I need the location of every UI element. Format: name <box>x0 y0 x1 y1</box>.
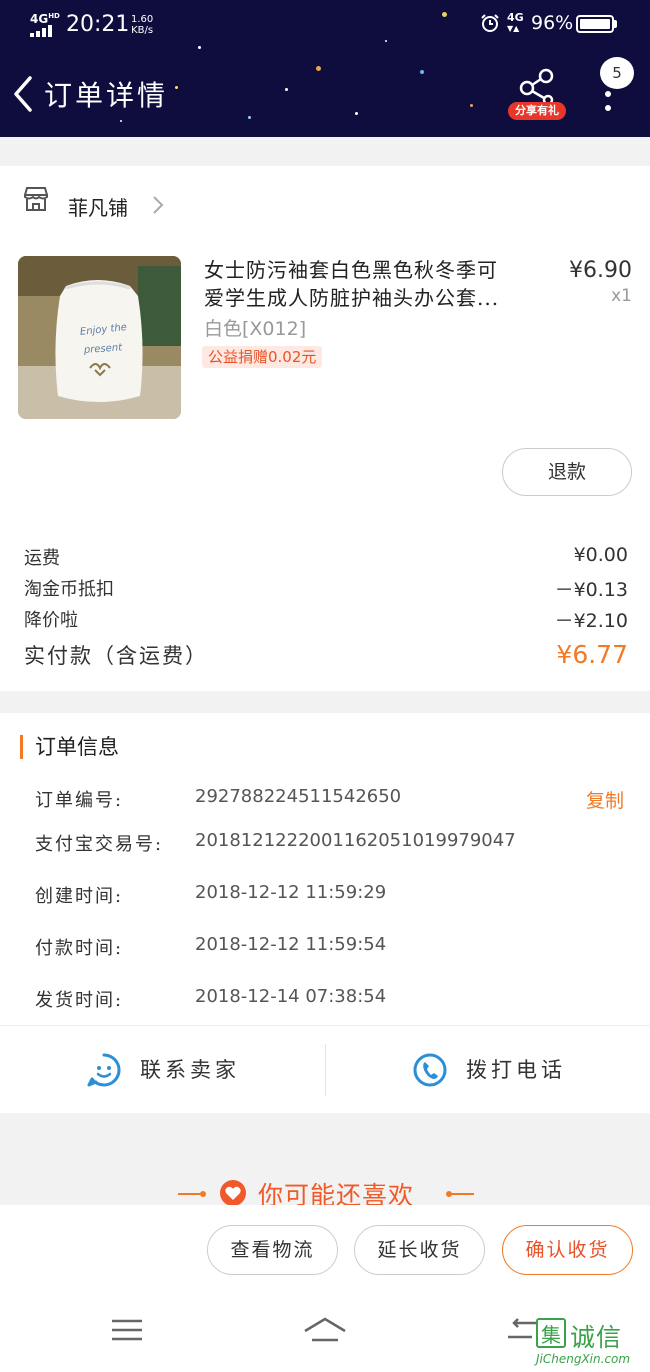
price-drop-value: －¥2.10 <box>554 610 628 632</box>
battery-percent: 96% <box>531 12 574 34</box>
share-reward-tag: 分享有礼 <box>508 102 566 120</box>
net-speed: 1.60 KB/s <box>131 14 153 36</box>
product-price: ¥6.90 <box>569 258 632 283</box>
home-icon[interactable] <box>302 1315 348 1345</box>
shipping-fee-value: ¥0.00 <box>573 544 628 566</box>
site-watermark: 集 诚信 JiChengXin.com <box>532 1318 650 1372</box>
share-button[interactable]: 分享有礼 <box>508 68 566 124</box>
alarm-icon <box>481 14 499 32</box>
alipay-trade-row: 支付宝交易号: 2018121222001162051019979047 <box>35 830 630 858</box>
created-time-value: 2018-12-12 11:59:29 <box>195 882 387 903</box>
star-decoration <box>316 66 321 71</box>
net-speed-unit: KB/s <box>131 25 154 36</box>
notification-badge[interactable]: 5 <box>600 57 634 89</box>
network-right-label: 4G <box>507 11 524 24</box>
product-image-art: Enjoy the present <box>18 256 181 419</box>
coin-deduction-value: －¥0.13 <box>554 579 628 601</box>
chat-bubble-icon <box>87 1053 121 1087</box>
phone-icon <box>413 1053 447 1087</box>
order-info-title: 订单信息 <box>20 735 119 759</box>
paid-time-label: 付款时间: <box>35 938 124 959</box>
product-title-line2: 爱学生成人防脏护袖头办公套... <box>204 286 500 310</box>
network-label: 4G <box>30 12 49 26</box>
call-phone-label: 拨打电话 <box>466 1058 566 1082</box>
extend-receipt-button[interactable]: 延长收货 <box>354 1225 485 1275</box>
shipping-fee-row: 运费 ¥0.00 <box>24 544 628 574</box>
paid-time-row: 付款时间: 2018-12-12 11:59:54 <box>35 934 630 962</box>
contact-seller-label: 联系卖家 <box>140 1058 240 1082</box>
watermark-text: 诚信 <box>570 1323 623 1352</box>
header: 4GHD 20:21 1.60 KB/s 4G ▼▲ 96% 订单详情 分享有礼… <box>0 0 650 137</box>
product-variant: 白色[X012] <box>204 318 307 340</box>
order-product-card: 菲凡铺 Enjoy the present 女士防污袖套白色黑色秋冬季可 爱学生… <box>0 166 650 691</box>
confirm-receipt-button[interactable]: 确认收货 <box>502 1225 633 1275</box>
shipped-time-value: 2018-12-14 07:38:54 <box>195 986 387 1007</box>
shipped-time-row: 发货时间: 2018-12-14 07:38:54 <box>35 986 630 1014</box>
network-type-right: 4G ▼▲ <box>507 11 524 33</box>
shop-name: 菲凡铺 <box>68 196 128 220</box>
order-number-row: 订单编号: 292788224511542650 复制 <box>35 786 630 814</box>
order-number-label: 订单编号: <box>35 790 124 811</box>
star-decoration <box>355 112 358 115</box>
total-paid-row: 实付款（含运费） ¥6.77 <box>24 640 628 674</box>
star-decoration <box>420 70 424 74</box>
status-bar: 4GHD 20:21 1.60 KB/s 4G ▼▲ 96% <box>0 0 650 50</box>
page-title: 订单详情 <box>44 79 169 112</box>
product-title-line1: 女士防污袖套白色黑色秋冬季可 <box>204 258 498 282</box>
created-time-label: 创建时间: <box>35 886 124 907</box>
view-logistics-button[interactable]: 查看物流 <box>207 1225 338 1275</box>
share-icon <box>519 68 554 104</box>
coin-deduction-row: 淘金币抵扣 －¥0.13 <box>24 575 628 605</box>
price-drop-label: 降价啦 <box>24 610 78 631</box>
product-image[interactable]: Enjoy the present <box>18 256 181 419</box>
watermark-url: JiChengXin.com <box>536 1352 631 1366</box>
coin-deduction-label: 淘金币抵扣 <box>24 579 114 600</box>
watermark-logo-box: 集 <box>536 1318 566 1348</box>
copy-button[interactable]: 复制 <box>586 786 624 813</box>
order-number-value: 292788224511542650 <box>195 786 402 807</box>
chevron-right-icon <box>153 196 164 214</box>
total-paid-label: 实付款（含运费） <box>24 644 208 668</box>
star-decoration <box>175 86 178 89</box>
heart-icon <box>220 1180 246 1206</box>
product-quantity: x1 <box>611 286 632 306</box>
star-decoration <box>470 104 473 107</box>
shipped-time-label: 发货时间: <box>35 990 124 1011</box>
shop-row[interactable]: 菲凡铺 <box>0 166 650 242</box>
star-decoration <box>285 88 288 91</box>
store-icon <box>24 187 48 211</box>
recommend-dot-left <box>200 1191 206 1197</box>
network-type: 4GHD <box>30 12 60 26</box>
clock: 20:21 <box>66 12 130 37</box>
refund-button[interactable]: 退款 <box>502 448 632 496</box>
more-icon[interactable] <box>596 88 620 114</box>
battery-tip <box>614 20 617 28</box>
product-title[interactable]: 女士防污袖套白色黑色秋冬季可 爱学生成人防脏护袖头办公套... <box>204 256 536 312</box>
call-phone-button[interactable]: 拨打电话 <box>326 1026 650 1114</box>
order-info-card: 订单信息 订单编号: 292788224511542650 复制 支付宝交易号:… <box>0 713 650 1113</box>
signal-icon <box>30 25 58 37</box>
contact-bar: 联系卖家 拨打电话 <box>0 1025 650 1114</box>
alipay-trade-value: 2018121222001162051019979047 <box>195 830 516 851</box>
star-decoration <box>120 120 122 122</box>
total-paid-value: ¥6.77 <box>556 640 628 669</box>
back-arrow-icon[interactable] <box>8 72 40 116</box>
alipay-trade-label: 支付宝交易号: <box>35 834 164 855</box>
recommend-line-right <box>450 1193 474 1195</box>
created-time-row: 创建时间: 2018-12-12 11:59:29 <box>35 882 630 910</box>
contact-seller-button[interactable]: 联系卖家 <box>0 1026 324 1114</box>
network-sup: HD <box>48 12 60 20</box>
paid-time-value: 2018-12-12 11:59:54 <box>195 934 387 955</box>
menu-icon[interactable] <box>110 1315 144 1345</box>
star-decoration <box>248 116 251 119</box>
net-speed-value: 1.60 <box>131 14 154 25</box>
charity-badge: 公益捐赠0.02元 <box>202 346 323 368</box>
price-drop-row: 降价啦 －¥2.10 <box>24 606 628 636</box>
shipping-fee-label: 运费 <box>24 548 60 569</box>
battery-icon <box>576 15 614 33</box>
order-action-bar: 查看物流 延长收货 确认收货 <box>0 1205 650 1295</box>
